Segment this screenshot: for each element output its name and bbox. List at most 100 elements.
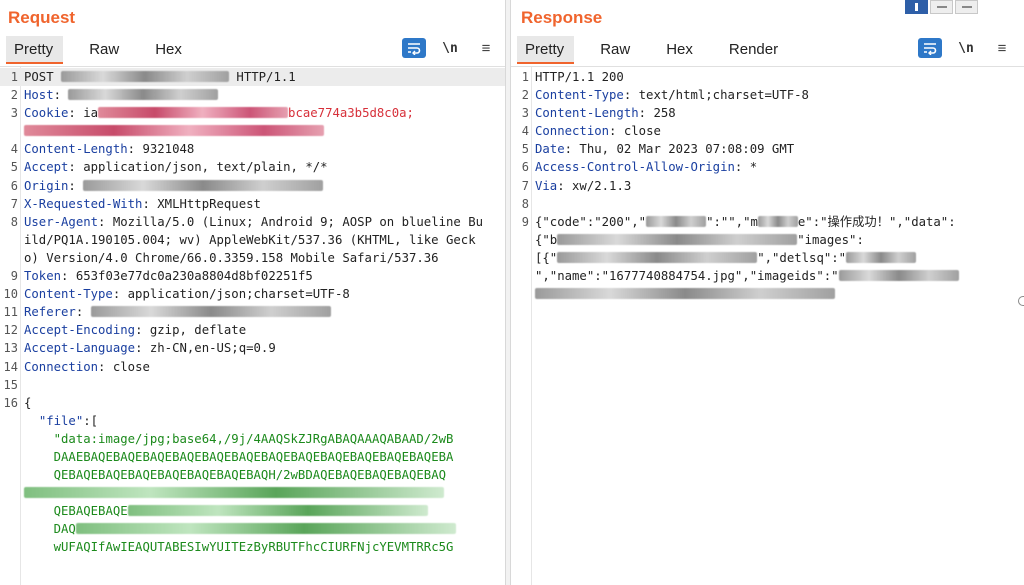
tab-pretty[interactable]: Pretty: [6, 36, 64, 64]
redacted-text: [83, 179, 324, 191]
code-token: : 653f03e77dc0a230a8804d8bf02251f5: [61, 269, 313, 284]
header-name: Referer: [24, 305, 76, 320]
header-name: Content-Type: [24, 287, 113, 302]
code-token: : text/html;charset=UTF-8: [623, 88, 809, 103]
header-name: Host: [24, 88, 54, 103]
request-panel: Request Pretty Raw Hex \n ≡ 1 POST HTTP/1…: [0, 0, 505, 585]
code-line: 5 Accept: application/json, text/plain, *…: [0, 158, 505, 176]
line-text: {"code":"200"," ":"","m e":"操作成功！","data":…: [511, 213, 991, 303]
response-panel: Response Pretty Raw Hex Render \n ≡ 1 HTT…: [511, 0, 1024, 585]
code-token: ":"","m: [706, 214, 758, 229]
request-title: Request: [8, 8, 76, 27]
redacted-text: [127, 505, 428, 517]
layout-buttons: [905, 0, 980, 14]
header-name: Via: [535, 178, 558, 193]
line-text: Access-Control-Allow-Origin: *: [511, 158, 991, 176]
response-editor[interactable]: 1 HTTP/1.1 200 2 Content-Type: text/html;ch…: [511, 66, 1024, 585]
header-name: Accept: [24, 160, 69, 175]
code-token: : gzip, deflate: [135, 323, 247, 338]
code-line: 6 Origin:: [0, 177, 505, 195]
code-line: 4 Content-Length: 9321048: [0, 140, 505, 158]
tab-hex[interactable]: Hex: [658, 36, 703, 64]
redacted-text: [68, 89, 219, 101]
code-token: HTTP/1.1 200: [535, 70, 624, 84]
line-number: 2: [10, 88, 18, 103]
request-toolbar: \n ≡: [402, 38, 505, 58]
redacted-text: [24, 487, 444, 499]
code-line: 5 Date: Thu, 02 Mar 2023 07:08:09 GMT: [511, 140, 1024, 158]
code-line: 13 Accept-Language: zh-CN,en-US;q=0.9: [0, 339, 505, 357]
code-line: QEBAQEBAQEBAQEBAQEBAQEBAQEBAQH/2wBDAQEBA…: [0, 466, 505, 484]
collapse-handle-icon[interactable]: [1018, 296, 1024, 306]
code-line: 7 X-Requested-With: XMLHttpRequest: [0, 195, 505, 213]
redacted-text: [838, 270, 959, 282]
tab-render[interactable]: Render: [721, 36, 788, 64]
line-text: "file":[: [0, 412, 488, 430]
line-number: 1: [521, 70, 529, 84]
code-token: : close: [98, 359, 150, 374]
layout-top-bottom-button[interactable]: [930, 0, 953, 14]
code-token: :[: [83, 413, 99, 428]
code-token: e":"操作成功！","data":: [797, 214, 956, 229]
line-number: 15: [3, 377, 18, 392]
word-wrap-icon[interactable]: [918, 38, 942, 58]
line-text: Referer:: [0, 303, 488, 321]
layout-side-by-side-button[interactable]: [905, 0, 928, 14]
code-line: "file":[: [0, 412, 505, 430]
tab-raw[interactable]: Raw: [592, 36, 640, 64]
line-text: Token: 653f03e77dc0a230a8804d8bf02251f5: [0, 267, 488, 285]
header-name: Connection: [24, 359, 99, 374]
line-text: Cookie: ia bcae774a3b5d8c0a;: [0, 104, 488, 140]
line-number: 11: [3, 305, 18, 320]
code-token: DAAEBAQEBAQEBAQEBAQEBAQEBAQEBAQEBAQEBAQE…: [24, 449, 454, 464]
header-name: Accept-Encoding: [24, 323, 136, 338]
code-token: : Thu, 02 Mar 2023 07:08:09 GMT: [564, 142, 795, 157]
line-text: Origin:: [0, 177, 488, 195]
header-name: Access-Control-Allow-Origin: [535, 160, 735, 175]
tab-raw[interactable]: Raw: [81, 36, 129, 64]
request-editor[interactable]: 1 POST HTTP/1.1 2 Host: 3 Cookie: ia bcae774a…: [0, 66, 505, 585]
line-text: Connection: close: [511, 122, 991, 140]
code-token: : ia: [68, 106, 99, 121]
request-tabs: Pretty Raw Hex: [6, 36, 210, 64]
newline-toggle-icon[interactable]: \n: [438, 38, 462, 58]
line-number: 12: [3, 323, 18, 338]
line-text: Via: xw/2.1.3: [511, 177, 991, 195]
code-token: :: [53, 88, 69, 103]
word-wrap-icon[interactable]: [402, 38, 426, 58]
line-number: 2: [521, 88, 529, 103]
code-line: 8: [511, 195, 1024, 213]
line-number: 9: [521, 214, 529, 229]
code-line: QEBAQEBAQE: [0, 502, 505, 520]
header-name: Token: [24, 269, 62, 284]
layout-tabs-button[interactable]: [955, 0, 978, 14]
newline-toggle-icon[interactable]: \n: [954, 38, 978, 58]
header-name: X-Requested-With: [24, 196, 143, 211]
line-text: [0, 376, 488, 394]
line-text: QEBAQEBAQE: [0, 502, 488, 520]
code-token: :: [75, 305, 91, 320]
response-toolbar: \n ≡: [918, 38, 1024, 58]
tab-hex[interactable]: Hex: [147, 36, 192, 64]
code-token: : 9321048: [127, 142, 195, 157]
code-line: 6 Access-Control-Allow-Origin: *: [511, 158, 1024, 176]
response-tabs: Pretty Raw Hex Render: [517, 36, 806, 64]
line-text: [511, 195, 991, 213]
code-token: {"code":"200",": [535, 214, 647, 229]
line-number: 8: [10, 214, 18, 229]
menu-icon[interactable]: ≡: [474, 38, 498, 58]
header-name: Connection: [535, 124, 610, 139]
tab-pretty[interactable]: Pretty: [517, 36, 575, 64]
code-token: ","detlsq":": [757, 250, 847, 265]
line-text: Content-Type: text/html;charset=UTF-8: [511, 86, 991, 104]
code-line: 9 {"code":"200"," ":"","m e":"操作成功！","data"…: [511, 213, 1024, 303]
code-token: : application/json, text/plain, */*: [68, 160, 328, 175]
code-line: 12 Accept-Encoding: gzip, deflate: [0, 321, 505, 339]
code-line: 1 POST HTTP/1.1: [0, 68, 505, 87]
code-line: 2 Host:: [0, 86, 505, 104]
menu-icon[interactable]: ≡: [990, 38, 1014, 58]
line-text: DAQ: [0, 520, 488, 538]
redacted-text: [98, 107, 289, 119]
code-line: 10 Content-Type: application/json;charset…: [0, 285, 505, 303]
code-token: wUFAQIfAwIEAQUTABESIwYUITEzByRBUTFhcCIUR…: [24, 540, 454, 555]
